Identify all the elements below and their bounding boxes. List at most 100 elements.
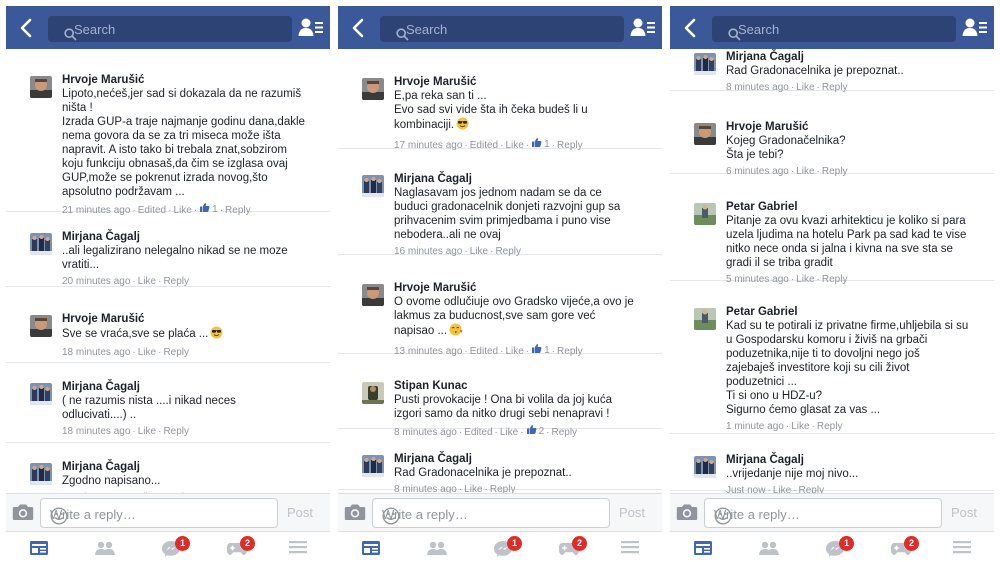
news-feed-icon[interactable]	[693, 540, 713, 561]
news-feed-icon[interactable]	[29, 540, 49, 561]
post-button[interactable]: Post	[619, 505, 645, 520]
avatar[interactable]	[694, 123, 716, 145]
search-input[interactable]: Search	[712, 16, 956, 42]
avatar[interactable]	[362, 175, 384, 197]
sticker-smiley-icon[interactable]	[714, 507, 935, 528]
avatar[interactable]	[694, 203, 716, 225]
comment-author[interactable]: Mirjana Čagalj	[394, 452, 654, 466]
like-link[interactable]: Like	[470, 246, 488, 257]
notifications-icon[interactable]: 2	[890, 536, 919, 561]
comment-author[interactable]: Hrvoje Marušić	[62, 73, 322, 87]
notifications-icon[interactable]: 2	[226, 536, 255, 561]
avatar[interactable]	[30, 233, 52, 255]
reply-link[interactable]: Reply	[225, 205, 251, 216]
avatar[interactable]	[694, 53, 716, 75]
back-arrow-icon[interactable]	[678, 15, 704, 41]
reply-input[interactable]: Write a reply…	[372, 498, 610, 528]
reply-link[interactable]: Reply	[163, 276, 189, 287]
edited-label[interactable]: Edited	[470, 346, 498, 357]
friend-requests-icon[interactable]	[758, 540, 780, 561]
reply-link[interactable]: Reply	[799, 485, 825, 493]
sticker-smiley-icon[interactable]	[382, 507, 603, 528]
friend-list-icon[interactable]	[630, 16, 656, 40]
like-count[interactable]: 1	[531, 137, 550, 152]
friend-requests-icon[interactable]	[426, 540, 448, 561]
friend-requests-icon[interactable]	[94, 540, 116, 561]
reply-input[interactable]: Write a reply…	[704, 498, 942, 528]
like-link[interactable]: Like	[796, 166, 814, 177]
like-link[interactable]: Like	[500, 427, 518, 438]
avatar[interactable]	[694, 456, 716, 478]
like-link[interactable]: Like	[464, 484, 482, 493]
avatar[interactable]	[362, 284, 384, 306]
comment-author[interactable]: Mirjana Čagalj	[726, 453, 986, 467]
like-link[interactable]: Like	[796, 274, 814, 285]
comment-author[interactable]: Hrvoje Marušić	[394, 75, 654, 89]
avatar[interactable]	[30, 315, 52, 337]
reply-link[interactable]: Reply	[163, 347, 189, 358]
camera-icon[interactable]	[344, 503, 366, 526]
avatar[interactable]	[694, 308, 716, 330]
menu-icon[interactable]	[288, 540, 308, 559]
reply-link[interactable]: Reply	[822, 274, 848, 285]
like-link[interactable]: Like	[791, 421, 809, 432]
avatar[interactable]	[362, 455, 384, 477]
like-link[interactable]: Like	[173, 205, 191, 216]
avatar[interactable]	[362, 382, 384, 404]
reply-link[interactable]: Reply	[163, 426, 189, 437]
reply-link[interactable]: Reply	[822, 166, 848, 177]
messages-icon[interactable]: 1	[161, 536, 190, 562]
like-link[interactable]: Like	[138, 347, 156, 358]
reply-link[interactable]: Reply	[495, 246, 521, 257]
news-feed-icon[interactable]	[361, 540, 381, 561]
avatar[interactable]	[30, 383, 52, 405]
like-count[interactable]: 2	[526, 424, 544, 439]
like-link[interactable]: Like	[773, 485, 791, 493]
camera-icon[interactable]	[12, 503, 34, 526]
comment-author[interactable]: Mirjana Čagalj	[726, 50, 986, 64]
comment-author[interactable]: Petar Gabriel	[726, 200, 986, 214]
menu-icon[interactable]	[620, 540, 640, 559]
edited-label[interactable]: Edited	[470, 140, 498, 151]
reply-input[interactable]: Write a reply…	[40, 498, 278, 528]
like-link[interactable]: Like	[796, 82, 814, 93]
post-button[interactable]: Post	[287, 505, 313, 520]
comment-author[interactable]: Mirjana Čagalj	[394, 172, 654, 186]
back-arrow-icon[interactable]	[346, 15, 372, 41]
reply-link[interactable]: Reply	[490, 484, 516, 493]
avatar[interactable]	[30, 463, 52, 485]
comment-author[interactable]: Mirjana Čagalj	[62, 380, 322, 394]
edited-label[interactable]: Edited	[138, 205, 166, 216]
menu-icon[interactable]	[952, 540, 972, 559]
comment-author[interactable]: Hrvoje Marušić	[62, 312, 322, 326]
comment-author[interactable]: Hrvoje Marušić	[394, 281, 654, 295]
like-link[interactable]: Like	[138, 276, 156, 287]
like-link[interactable]: Like	[138, 426, 156, 437]
reply-link[interactable]: Reply	[557, 140, 583, 151]
messages-icon[interactable]: 1	[493, 536, 522, 562]
like-link[interactable]: Like	[505, 140, 523, 151]
camera-icon[interactable]	[676, 503, 698, 526]
friend-list-icon[interactable]	[298, 16, 324, 40]
comment-author[interactable]: Stipan Kunac	[394, 379, 654, 393]
post-button[interactable]: Post	[951, 505, 977, 520]
like-link[interactable]: Like	[505, 346, 523, 357]
messages-icon[interactable]: 1	[825, 536, 854, 562]
search-input[interactable]: Search	[380, 16, 624, 42]
sticker-smiley-icon[interactable]	[50, 507, 271, 528]
edited-label[interactable]: Edited	[464, 427, 492, 438]
friend-list-icon[interactable]	[962, 16, 988, 40]
reply-link[interactable]: Reply	[817, 421, 843, 432]
avatar[interactable]	[30, 76, 52, 98]
comment-author[interactable]: Mirjana Čagalj	[62, 230, 322, 244]
reply-link[interactable]: Reply	[557, 346, 583, 357]
comment-author[interactable]: Mirjana Čagalj	[62, 460, 322, 474]
comment-author[interactable]: Petar Gabriel	[726, 305, 986, 319]
back-arrow-icon[interactable]	[14, 15, 40, 41]
like-count[interactable]: 1	[531, 343, 550, 358]
like-count[interactable]: 1	[199, 202, 218, 217]
search-input[interactable]: Search	[48, 16, 292, 42]
comment-author[interactable]: Hrvoje Marušić	[726, 120, 986, 134]
avatar[interactable]	[362, 78, 384, 100]
reply-link[interactable]: Reply	[551, 427, 577, 438]
